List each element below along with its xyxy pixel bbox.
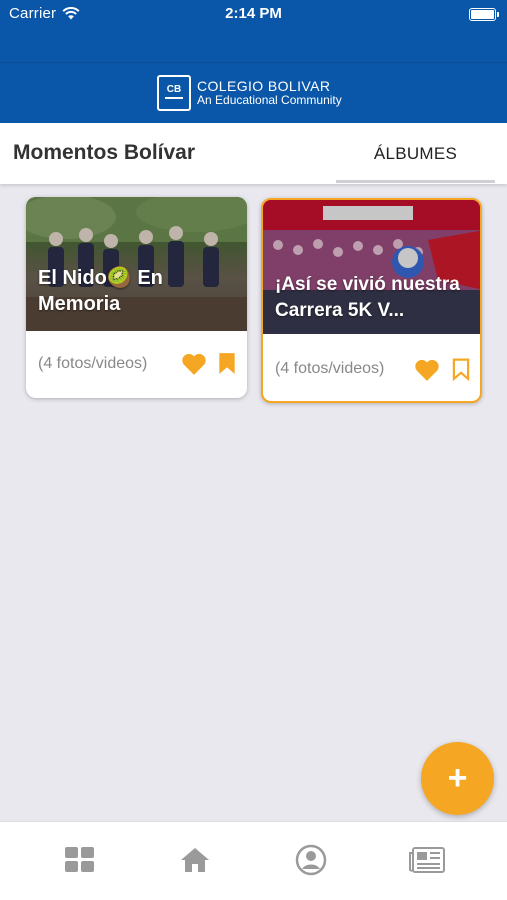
album-count: (4 fotos/videos) — [38, 355, 148, 372]
tab-albums-indicator — [336, 180, 495, 183]
favorite-heart-icon[interactable] — [181, 352, 207, 376]
page-title: Momentos Bolívar — [13, 141, 196, 164]
album-title: El Nido🥝 En Memoria — [38, 267, 163, 315]
nav-item-profile[interactable] — [293, 844, 329, 876]
status-bar: Carrier 2:14 PM — [0, 0, 507, 28]
favorite-heart-icon[interactable] — [414, 358, 440, 382]
home-icon — [181, 848, 209, 872]
status-time: 2:14 PM — [225, 5, 282, 22]
bookmark-icon[interactable] — [218, 352, 236, 375]
newspaper-icon — [409, 847, 445, 873]
album-count: (4 fotos/videos) — [275, 360, 385, 377]
album-card[interactable]: El Nido🥝 En Memoria (4 fotos/videos) — [26, 197, 247, 398]
logo-name: COLEGIO BOLIVAR — [197, 78, 331, 95]
album-card[interactable]: ¡Así se vivió nuestra Carrera 5K V... (4… — [261, 198, 482, 403]
bottom-nav — [0, 821, 507, 900]
plus-icon: + — [447, 759, 468, 797]
album-title: ¡Así se vivió nuestra Carrera 5K V... — [275, 274, 460, 321]
nav-item-home[interactable] — [177, 844, 213, 876]
title-bar: Momentos Bolívar ÁLBUMES — [0, 123, 507, 184]
school-logo: COLEGIO BOLIVAR An Educational Community — [157, 75, 342, 111]
tab-albums[interactable]: ÁLBUMES — [336, 123, 495, 184]
nav-item-gallery[interactable] — [62, 844, 98, 876]
app-header: COLEGIO BOLIVAR An Educational Community — [0, 62, 507, 123]
battery-icon — [469, 8, 499, 21]
nav-item-news[interactable] — [409, 844, 445, 876]
crest-icon — [157, 75, 191, 111]
profile-icon — [295, 844, 327, 876]
grid-icon — [65, 847, 94, 872]
bookmark-outline-icon[interactable] — [452, 358, 470, 381]
logo-tagline: An Educational Community — [197, 93, 342, 108]
add-button[interactable]: + — [421, 742, 494, 815]
